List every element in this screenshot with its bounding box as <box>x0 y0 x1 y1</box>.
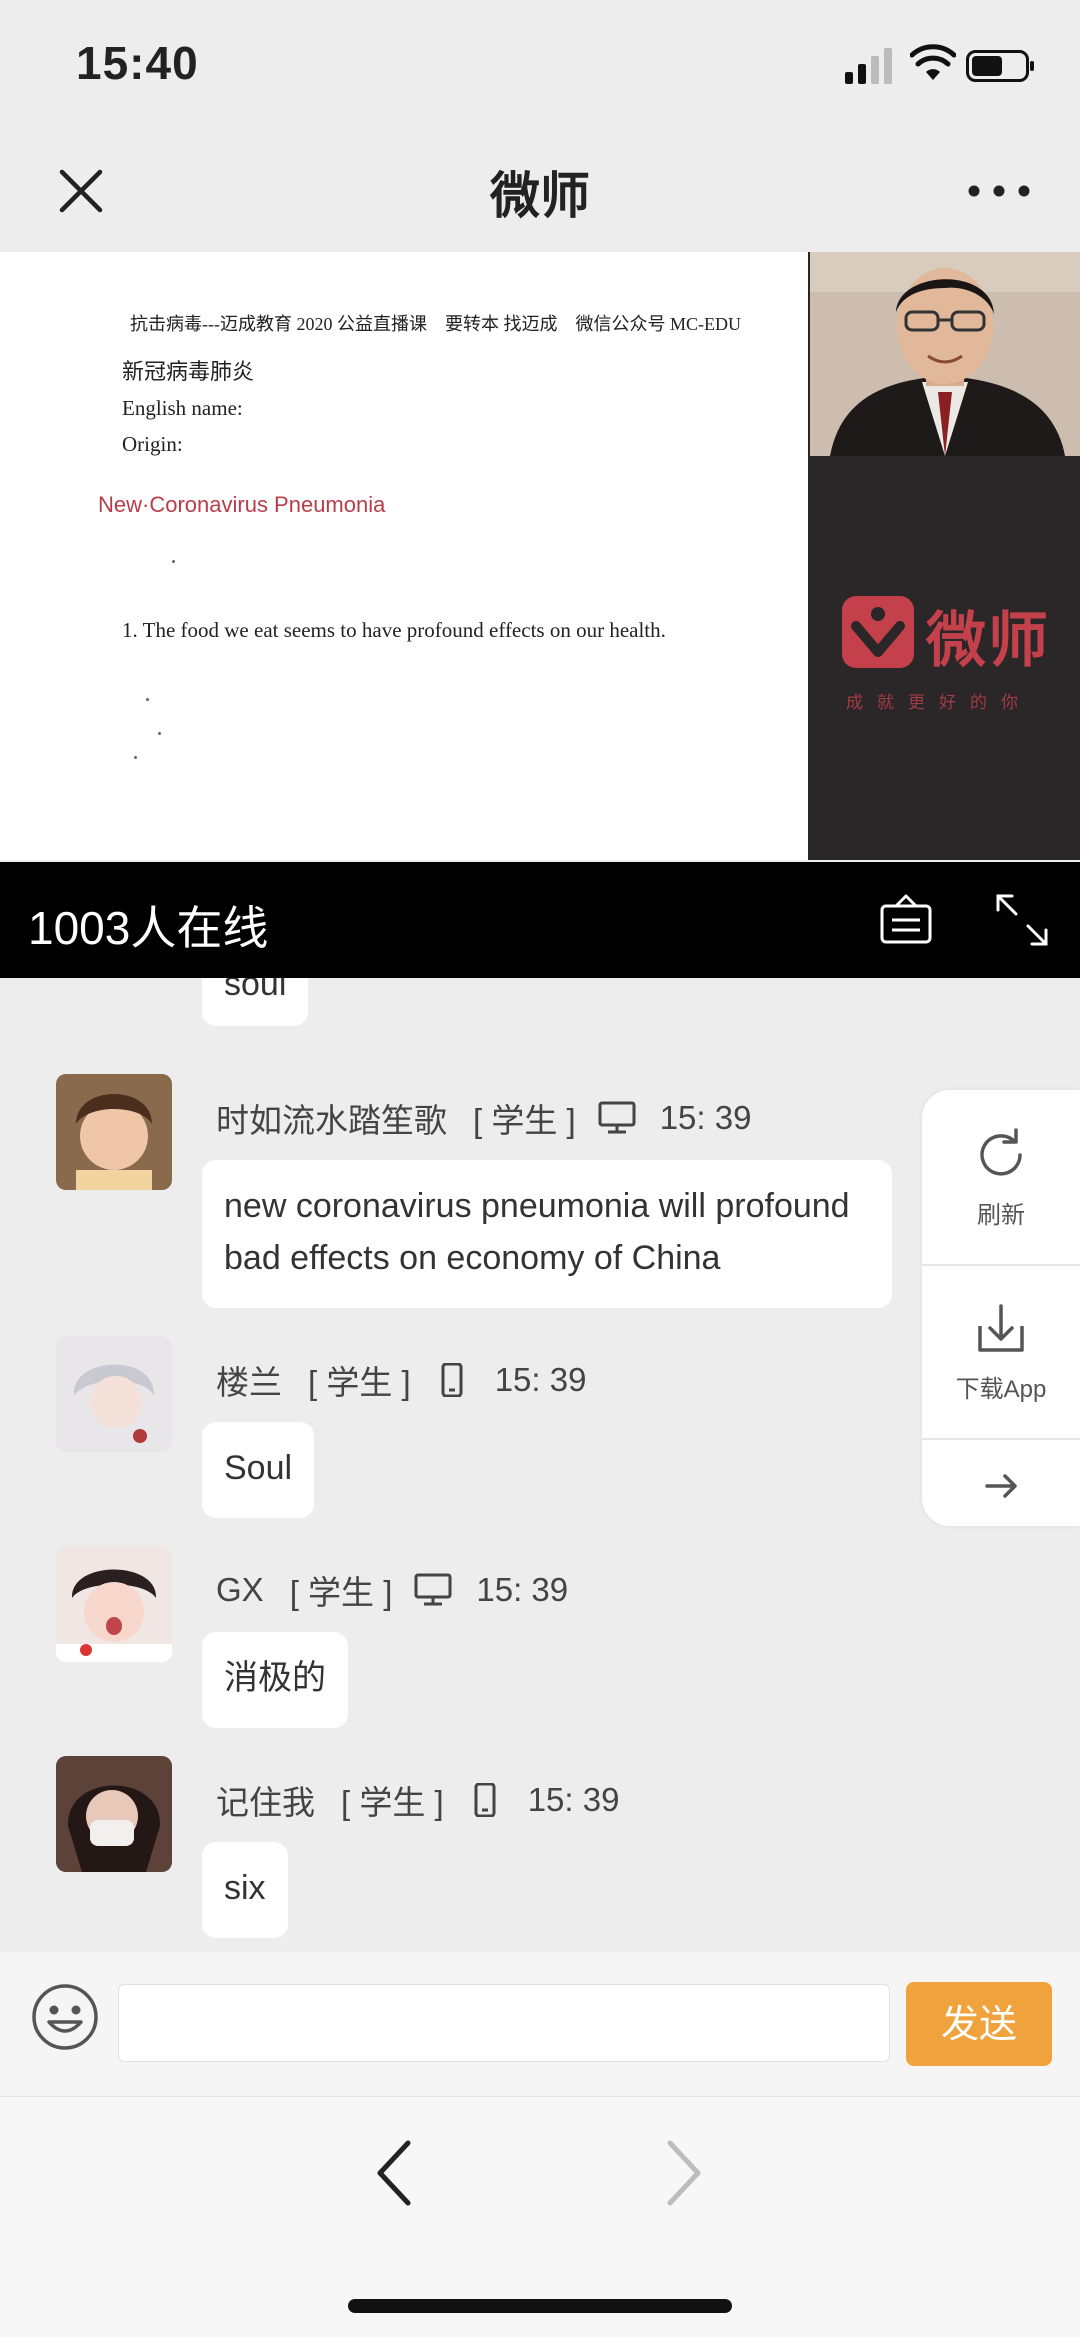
sender-role: [ 学生 ] <box>308 1364 411 1401</box>
browser-nav <box>0 2096 1080 2337</box>
download-label: 下载App <box>955 1376 1047 1403</box>
status-time: 15:40 <box>76 37 199 89</box>
message-time: 15: 39 <box>476 1571 569 1608</box>
slide-item: 1. The food we eat seems to have profoun… <box>122 618 666 642</box>
sender-name: 楼兰 <box>216 1364 282 1401</box>
message-meta: 时如流水踏笙歌 [ 学生 ] 15: 39 <box>216 1094 751 1142</box>
slide-line: 新冠病毒肺炎 <box>122 359 255 384</box>
sender-name: 时如流水踏笙歌 <box>216 1102 447 1139</box>
emoji-icon[interactable] <box>30 1982 100 2052</box>
input-bar: 发送 <box>0 1952 1080 2096</box>
message-bubble: six <box>202 1842 288 1938</box>
message-time: 15: 39 <box>659 1099 752 1136</box>
live-video-stage[interactable]: 抗击病毒---迈成教育 2020 公益直播课 要转本 找迈成 微信公众号 MC-… <box>0 252 1080 860</box>
message-bubble: new coronavirus pneumonia will profound … <box>202 1160 892 1308</box>
phone-icon <box>441 1363 463 1397</box>
online-bar: 1003人在线 <box>0 862 1080 978</box>
forward-arrow-icon[interactable] <box>664 2137 706 2209</box>
phone-icon <box>474 1783 496 1817</box>
message-time: 15: 39 <box>527 1781 620 1818</box>
slide-line: English name: <box>122 396 243 420</box>
weishi-logo-icon <box>842 596 914 668</box>
message-meta: 楼兰 [ 学生 ] 15: 39 <box>216 1356 586 1404</box>
arrow-right-icon <box>985 1474 1017 1498</box>
message-text: 消极的 <box>224 1659 326 1697</box>
brand-name: 微师 <box>926 607 1050 674</box>
refresh-label: 刷新 <box>977 1202 1025 1229</box>
sender-role: [ 学生 ] <box>289 1574 393 1611</box>
status-bar: 15:40 <box>0 0 1080 130</box>
side-panel: 刷新 下载App <box>922 1090 1080 1526</box>
online-count: 1003人在线 <box>28 902 269 954</box>
message-text: Soul <box>224 1449 293 1487</box>
avatar[interactable] <box>56 1074 172 1190</box>
sender-role: [ 学生 ] <box>473 1102 576 1139</box>
slide-dot <box>146 698 149 701</box>
slide-dot <box>158 732 161 735</box>
message-time: 15: 39 <box>494 1361 587 1398</box>
fullscreen-icon[interactable] <box>994 892 1050 948</box>
divider <box>922 1438 1080 1440</box>
wifi-icon <box>910 44 956 80</box>
chat-list[interactable]: soul 时如流水踏笙歌 [ 学生 ] 15: 39 new coronavir… <box>0 978 1080 1952</box>
slide-highlight: New·Coronavirus Pneumonia <box>98 492 386 517</box>
avatar[interactable] <box>56 1546 172 1662</box>
message-text: soul <box>224 978 287 1003</box>
avatar[interactable] <box>56 1756 172 1872</box>
nav-bar: 微师 <box>0 130 1080 252</box>
battery-icon <box>966 50 1034 82</box>
teacher-portrait <box>810 252 1080 456</box>
desktop-icon <box>598 1101 636 1134</box>
message-text: six <box>224 1869 266 1907</box>
chat-input[interactable] <box>118 1984 890 2062</box>
refresh-icon <box>980 1128 1022 1176</box>
message-bubble: soul <box>202 978 309 1026</box>
download-icon <box>978 1304 1024 1352</box>
message-text: new coronavirus pneumonia will profound … <box>224 1187 850 1277</box>
home-indicator <box>348 2299 732 2313</box>
message-bubble: 消极的 <box>202 1632 348 1728</box>
teacher-camera <box>810 252 1080 456</box>
message-meta: 记住我 [ 学生 ] 15: 39 <box>216 1776 619 1824</box>
slide-header: 抗击病毒---迈成教育 2020 公益直播课 要转本 找迈成 微信公众号 MC-… <box>130 314 741 334</box>
refresh-button[interactable]: 刷新 <box>922 1126 1080 1266</box>
download-app-button[interactable]: 下载App <box>922 1300 1080 1440</box>
more-icon[interactable] <box>964 160 1034 222</box>
divider <box>922 1264 1080 1266</box>
brand-panel: 微师 成就更好的你 <box>810 456 1080 860</box>
collapse-panel-button[interactable] <box>922 1452 1080 1524</box>
signal-icon <box>845 48 892 84</box>
sender-name: 记住我 <box>216 1784 315 1821</box>
slide-line: Origin: <box>122 432 183 456</box>
sender-name: GX <box>216 1571 264 1608</box>
message-bubble: Soul <box>202 1422 315 1518</box>
message-meta: GX [ 学生 ] 15: 39 <box>216 1566 568 1614</box>
send-button[interactable]: 发送 <box>906 1982 1052 2066</box>
brand-tagline: 成就更好的你 <box>846 693 1032 712</box>
slide-dot <box>172 560 175 563</box>
back-arrow-icon[interactable] <box>372 2137 414 2209</box>
lecture-slide: 抗击病毒---迈成教育 2020 公益直播课 要转本 找迈成 微信公众号 MC-… <box>0 252 808 860</box>
avatar[interactable] <box>56 1336 172 1452</box>
notice-icon[interactable] <box>878 892 934 948</box>
sender-role: [ 学生 ] <box>341 1784 444 1821</box>
page-title: 微师 <box>490 168 590 224</box>
slide-dot <box>134 756 137 759</box>
desktop-icon <box>414 1573 452 1606</box>
